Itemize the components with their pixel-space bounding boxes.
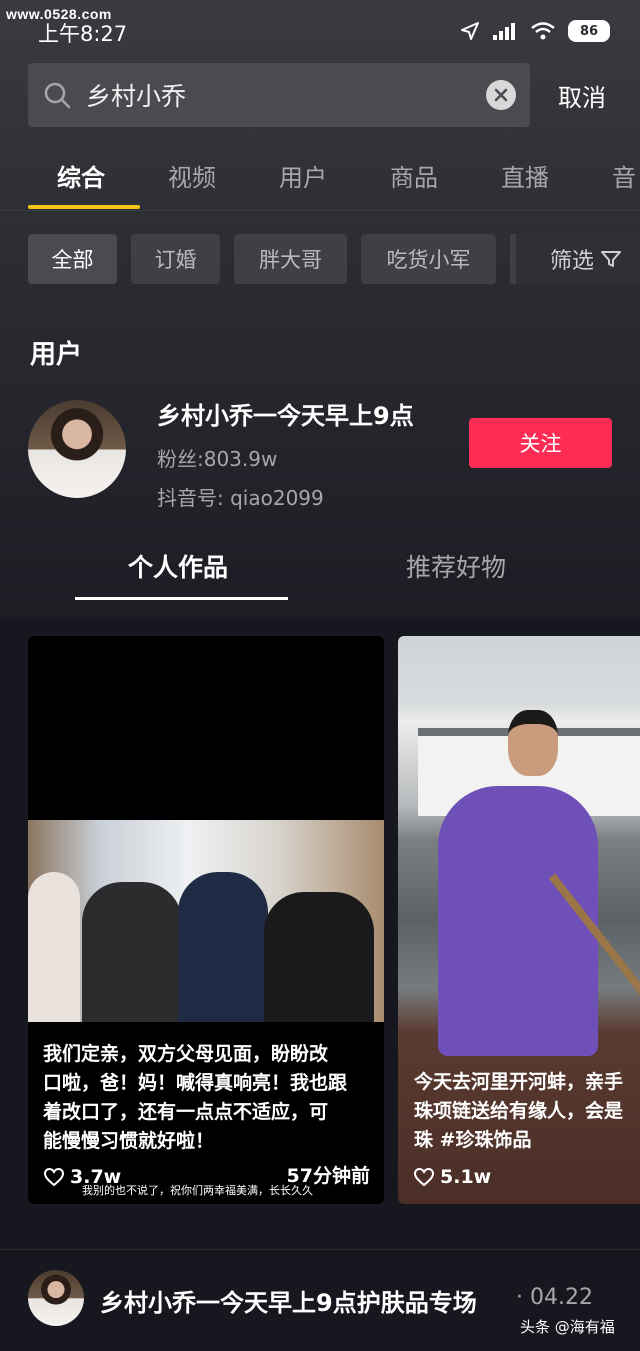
divider	[0, 1249, 640, 1250]
location-icon	[461, 22, 479, 40]
signal-icon	[493, 23, 515, 40]
clear-icon[interactable]	[486, 80, 516, 110]
avatar[interactable]	[28, 400, 126, 498]
search-icon	[44, 82, 71, 109]
video-card[interactable]: 今天去河里开河蚌，亲手 珠项链送给有缘人，会是 珠 #珍珠饰品 5.1w	[398, 636, 640, 1204]
video-description-line: 珠项链送给有缘人，会是	[414, 1100, 624, 1122]
wifi-icon	[531, 22, 555, 40]
subtab-works[interactable]: 个人作品	[128, 548, 228, 584]
video-description-line: 能慢慢习惯就好啦！	[43, 1130, 215, 1152]
subtab-indicator	[75, 597, 288, 600]
tab-live[interactable]: 直播	[501, 158, 549, 193]
filter-label: 筛选	[549, 249, 594, 274]
follow-button[interactable]: 关注	[469, 418, 612, 468]
video-description-line: 我们定亲，双方父母见面，盼盼改	[43, 1043, 329, 1065]
live-date: · 04.22	[516, 1285, 593, 1310]
user-name[interactable]: 乡村小乔一今天早上9点	[157, 396, 414, 431]
tab-comprehensive[interactable]: 综合	[57, 158, 105, 193]
search-query: 乡村小乔	[86, 82, 187, 111]
tab-video[interactable]: 视频	[168, 158, 216, 193]
user-douyin-id: 抖音号: qiao2099	[157, 486, 324, 510]
live-title[interactable]: 乡村小乔一今天早上9点护肤品专场	[100, 1283, 477, 1318]
avatar[interactable]	[28, 1270, 84, 1326]
likes: 3.7w	[44, 1166, 121, 1188]
source-watermark: 头条 @海有福	[520, 1318, 615, 1336]
video-description-line: 口啦，爸！妈！喊得真响亮！我也跟	[43, 1072, 348, 1094]
likes-count: 5.1w	[440, 1166, 492, 1188]
heart-icon	[44, 1167, 64, 1186]
subtab-recommended-goods[interactable]: 推荐好物	[406, 548, 506, 584]
user-fans-count: 粉丝:803.9w	[157, 447, 278, 471]
tab-goods[interactable]: 商品	[390, 158, 438, 193]
divider	[0, 210, 640, 211]
status-icons: 86	[460, 18, 610, 44]
post-time: 57分钟前	[286, 1165, 370, 1187]
chip-engagement[interactable]: 订婚	[131, 234, 220, 284]
status-time: 上午8:27	[38, 22, 128, 46]
video-card[interactable]: 我别的也不说了，祝你们两幸福美满，长长久久 我们定亲，双方父母见面，盼盼改 口啦…	[28, 636, 384, 1204]
chip-all[interactable]: 全部	[28, 234, 117, 284]
cancel-button[interactable]: 取消	[558, 78, 606, 113]
video-description-line: 着改口了，还有一点点不适应，可	[43, 1101, 329, 1123]
video-description-line: 珠 #珍珠饰品	[414, 1129, 532, 1151]
chip-fat-brother[interactable]: 胖大哥	[234, 234, 347, 284]
video-description-line: 今天去河里开河蚌，亲手	[414, 1071, 624, 1093]
active-tab-indicator	[28, 205, 140, 209]
likes: 5.1w	[414, 1166, 491, 1188]
video-thumbnail: 我别的也不说了，祝你们两幸福美满，长长久久	[28, 820, 384, 1197]
section-title-users: 用户	[30, 340, 83, 370]
chip-foodie-xiaojun[interactable]: 吃货小军	[361, 234, 496, 284]
battery-icon: 86	[568, 20, 610, 42]
filter-button[interactable]: 筛选	[510, 234, 640, 284]
heart-icon	[414, 1167, 434, 1186]
filter-icon	[601, 251, 621, 267]
likes-count: 3.7w	[70, 1166, 122, 1188]
search-input[interactable]: 乡村小乔	[28, 63, 530, 127]
tab-music[interactable]: 音	[612, 158, 636, 193]
tab-user[interactable]: 用户	[279, 158, 327, 193]
